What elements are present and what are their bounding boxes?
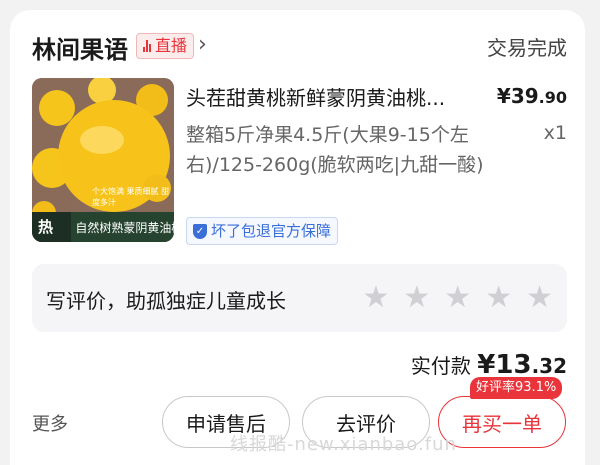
review-prompt-box[interactable]: 写评价，助孤独症儿童成长 ★ ★ ★ ★ ★ — [32, 264, 567, 332]
order-status: 交易完成 — [487, 36, 567, 60]
product-image-subtext: 个大饱满 果质细腻 甜度多汁 — [92, 187, 170, 207]
shield-check-icon: ✓ — [193, 223, 207, 239]
live-bars-icon — [143, 40, 151, 52]
star-icon[interactable]: ★ — [485, 282, 512, 314]
watermark: 线报酷-new.xianbao.fun — [230, 434, 457, 455]
hot-label: 热卖 — [32, 212, 72, 242]
star-icon[interactable]: ★ — [526, 282, 553, 314]
product-title[interactable]: 头茬甜黄桃新鲜蒙阴黄油桃... — [186, 82, 486, 111]
guarantee-label: 坏了包退官方保障 — [211, 222, 332, 240]
review-prompt: 写评价，助孤独症儿童成长 — [46, 289, 286, 313]
more-button[interactable]: 更多 — [32, 410, 68, 436]
price-dec: .90 — [538, 88, 567, 107]
rebuy-button[interactable]: 再买一单 — [438, 396, 566, 448]
guarantee-badge[interactable]: ✓ 坏了包退官方保障 — [186, 217, 339, 245]
product-spec: 整箱5斤净果4.5斤(大果9-15个左右)/125-260g(脆软两吃|九甜一酸… — [186, 124, 484, 176]
price-int: ¥39 — [496, 84, 539, 108]
paid-amount: 实付款 ¥13.32 — [411, 350, 567, 380]
chevron-right-icon[interactable]: › — [198, 32, 207, 57]
live-label: 直播 — [155, 36, 188, 55]
paid-dec: .32 — [531, 354, 567, 378]
good-rate-badge: 好评率93.1% — [470, 377, 563, 399]
paid-int: ¥13 — [477, 350, 532, 380]
product-qty: x1 — [543, 122, 567, 144]
product-image-caption: 自然树熟蒙阴黄油桃 — [75, 220, 174, 235]
star-icon[interactable]: ★ — [444, 282, 471, 314]
order-card: 林间果语 直播 › 交易完成 个大饱满 果质细腻 甜度多汁 热卖 自然树熟蒙阴黄… — [10, 10, 585, 465]
live-badge[interactable]: 直播 — [136, 33, 195, 59]
product-price: ¥39.90 — [497, 84, 567, 108]
rating-stars: ★ ★ ★ ★ ★ — [362, 282, 553, 314]
product-image[interactable]: 个大饱满 果质细腻 甜度多汁 热卖 自然树熟蒙阴黄油桃 — [32, 78, 174, 242]
star-icon[interactable]: ★ — [362, 282, 389, 314]
product-image-banner: 热卖 自然树熟蒙阴黄油桃 — [32, 212, 174, 242]
shop-name[interactable]: 林间果语 — [32, 30, 128, 65]
paid-label: 实付款 — [410, 354, 471, 378]
star-icon[interactable]: ★ — [403, 282, 430, 314]
